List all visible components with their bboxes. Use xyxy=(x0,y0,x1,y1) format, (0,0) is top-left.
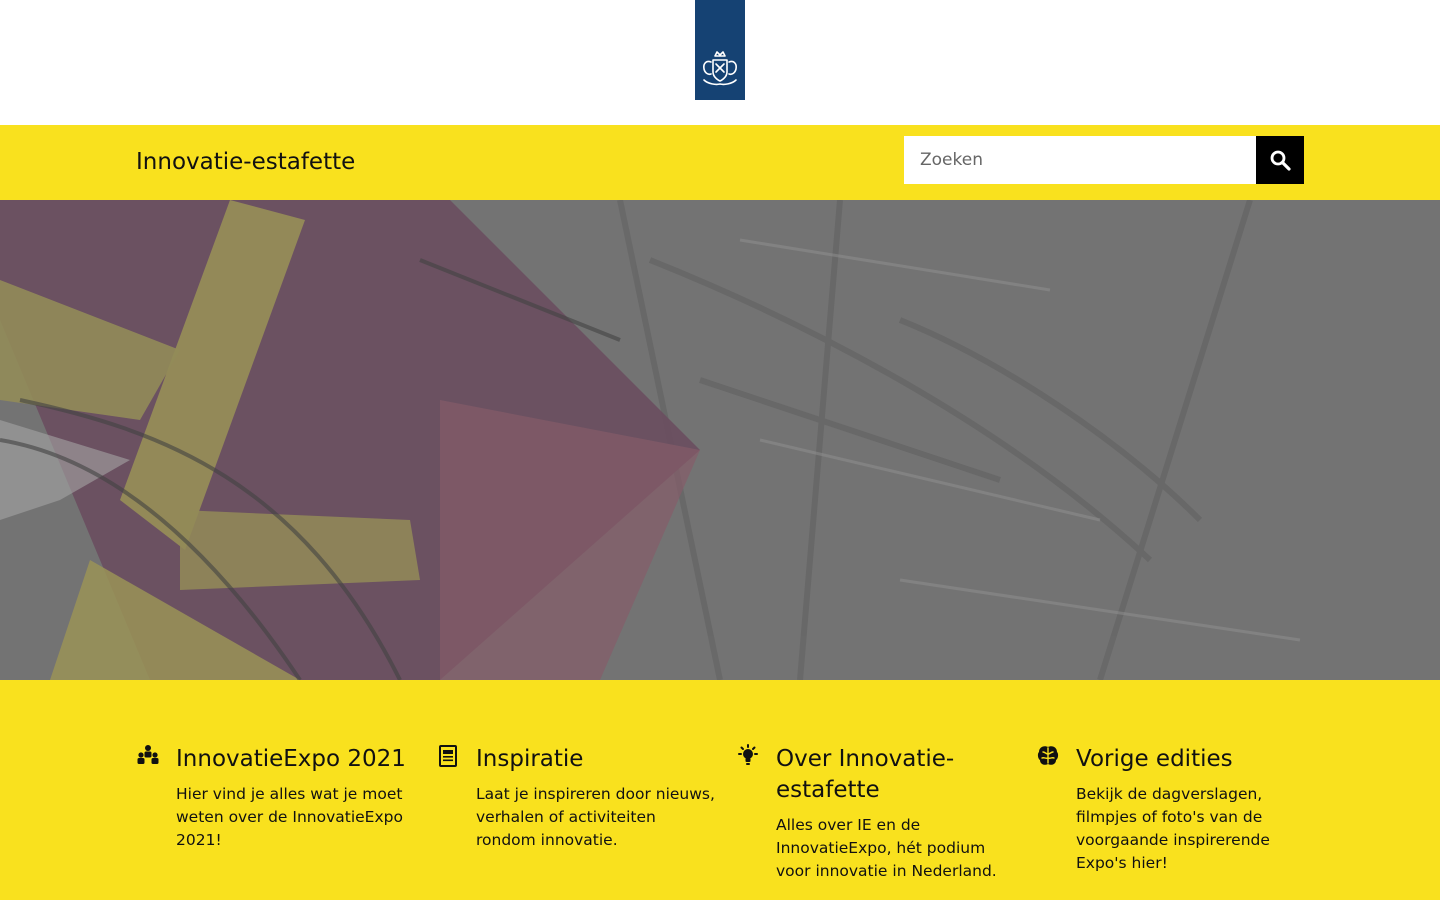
feature-over-innovatie-estafette[interactable]: Over Innovatie-estafette Alles over IE e… xyxy=(736,744,1016,883)
feature-inspiratie[interactable]: Inspiratie Laat je inspireren door nieuw… xyxy=(436,744,716,852)
feature-title[interactable]: Over Innovatie-estafette xyxy=(776,744,1016,806)
feature-title[interactable]: InnovatieExpo 2021 xyxy=(176,744,416,775)
people-icon xyxy=(137,745,159,764)
site-title[interactable]: Innovatie-estafette xyxy=(136,145,355,179)
feature-title[interactable]: Vorige edities xyxy=(1076,744,1316,775)
search-button[interactable] xyxy=(1256,136,1304,184)
top-bar xyxy=(0,0,1440,125)
feature-text: Bekijk de dagverslagen, filmpjes of foto… xyxy=(1076,785,1270,872)
lightbulb-icon xyxy=(738,744,758,765)
rijksoverheid-logo[interactable] xyxy=(695,0,745,100)
feature-title[interactable]: Inspiratie xyxy=(476,744,716,775)
search-form xyxy=(904,136,1304,184)
feature-text: Hier vind je alles wat je moet weten ove… xyxy=(176,785,403,849)
site-header: Innovatie-estafette xyxy=(0,125,1440,200)
feature-innovatieexpo[interactable]: InnovatieExpo 2021 Hier vind je alles wa… xyxy=(136,744,416,852)
hero-photo xyxy=(0,200,1440,680)
feature-text: Alles over IE en de InnovatieExpo, hét p… xyxy=(776,816,997,880)
coat-of-arms-icon xyxy=(703,51,737,86)
brain-icon xyxy=(1037,746,1059,765)
newspaper-icon xyxy=(439,745,457,767)
features-section: InnovatieExpo 2021 Hier vind je alles wa… xyxy=(0,680,1440,900)
search-icon xyxy=(1270,150,1291,171)
search-input[interactable] xyxy=(904,136,1256,184)
feature-text: Laat je inspireren door nieuws, verhalen… xyxy=(476,785,715,849)
hero-image xyxy=(0,200,1440,680)
feature-vorige-edities[interactable]: Vorige edities Bekijk de dagverslagen, f… xyxy=(1036,744,1316,875)
